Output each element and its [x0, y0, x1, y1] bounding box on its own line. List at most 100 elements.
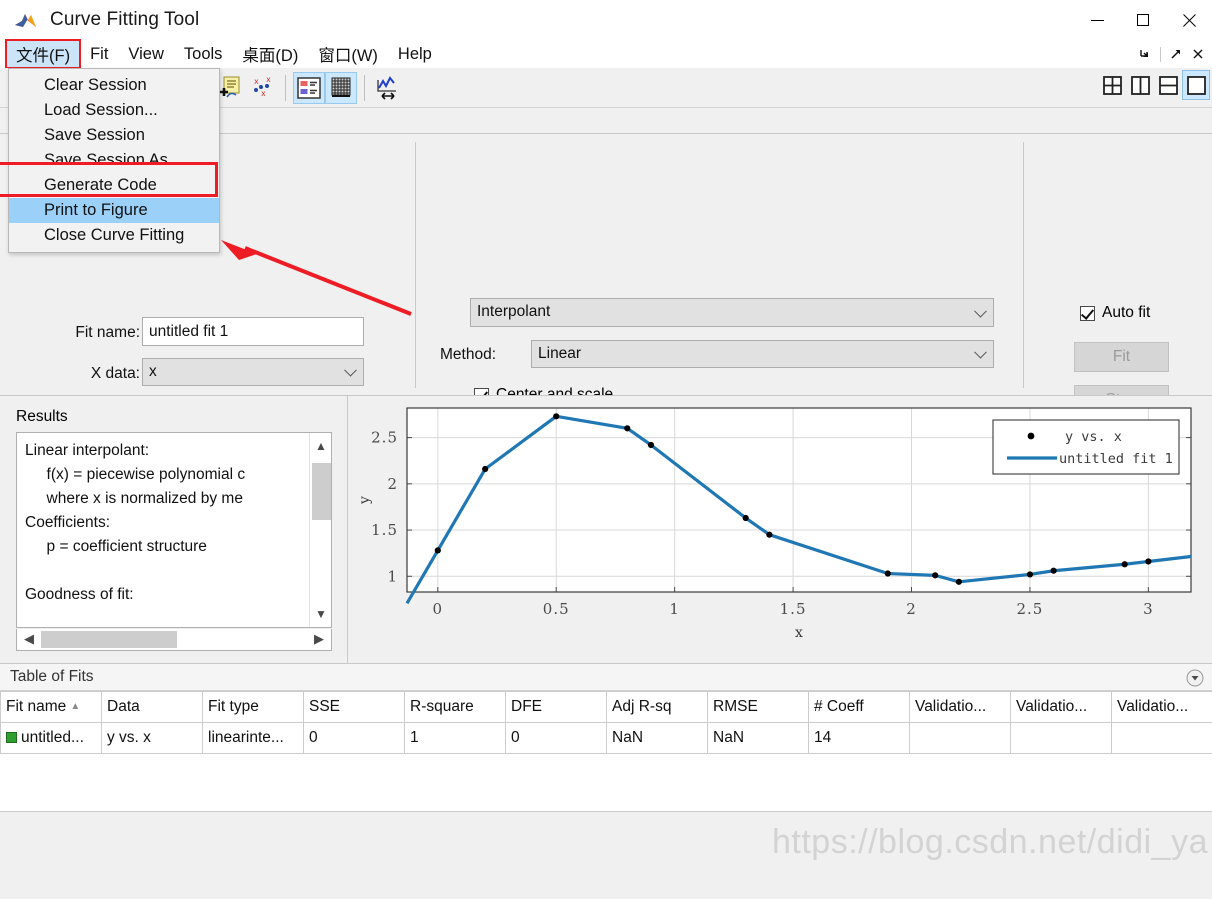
scroll-down-icon[interactable]: ▼: [310, 603, 331, 625]
menu-item-clear-session[interactable]: Clear Session: [9, 73, 219, 98]
column-header-adj-r-sq[interactable]: Adj R-sq: [606, 691, 708, 723]
column-header-validation-2[interactable]: Validatio...: [1010, 691, 1112, 723]
column-header-num-coeff[interactable]: # Coeff: [808, 691, 910, 723]
x-data-select[interactable]: x: [142, 358, 364, 386]
close-panel-icon[interactable]: [1188, 43, 1208, 65]
fit-type-value: Interpolant: [477, 303, 551, 320]
svg-text:2: 2: [906, 600, 917, 618]
auto-fit-checkbox-row[interactable]: Auto fit: [1080, 304, 1150, 322]
undock-icon[interactable]: [1166, 43, 1186, 65]
results-textarea[interactable]: Linear interpolant: f(x) = piecewise pol…: [16, 432, 332, 628]
fit-plot[interactable]: 0 0.5 1 1.5 2 2.5 3 1 1.5 2 2.5 x y y vs. x untitled f…: [349, 396, 1212, 664]
close-button[interactable]: [1166, 0, 1212, 40]
menu-item-save-session-as[interactable]: Save Session As...: [9, 148, 219, 173]
fit-name-input[interactable]: untitled fit 1: [142, 317, 364, 346]
table-of-fits[interactable]: Fit name ▲ Data Fit type SSE R-square DFE…: [0, 691, 1212, 754]
scroll-left-icon[interactable]: ◀: [18, 629, 40, 649]
chevron-down-icon: [974, 345, 987, 359]
table-header-row: Fit name ▲ Data Fit type SSE R-square DFE…: [0, 691, 1212, 723]
svg-text:0: 0: [433, 600, 444, 618]
cell-validation-3: [1111, 722, 1212, 754]
svg-text:untitled fit 1: untitled fit 1: [1059, 451, 1173, 467]
menu-help[interactable]: Help: [388, 43, 442, 66]
menu-fit[interactable]: Fit: [80, 43, 118, 66]
menubar-right-icons: [1135, 40, 1208, 68]
cell-fit-type: linearinte...: [202, 722, 304, 754]
svg-text:2.5: 2.5: [371, 429, 398, 447]
svg-text:1.5: 1.5: [371, 521, 398, 539]
auto-fit-checkbox[interactable]: [1080, 305, 1095, 321]
svg-text:2.5: 2.5: [1017, 600, 1044, 618]
svg-text:1.5: 1.5: [780, 600, 807, 618]
x-data-label: X data:: [90, 365, 140, 382]
cell-dfe: 0: [505, 722, 607, 754]
dock-down-icon[interactable]: [1135, 43, 1155, 65]
col-label-fit-name: Fit name: [6, 698, 67, 715]
layout-vertical-split-icon[interactable]: [1126, 70, 1154, 100]
scroll-right-icon[interactable]: ▶: [308, 629, 330, 649]
table-of-fits-icon[interactable]: [325, 71, 357, 104]
plot-canvas[interactable]: 0 0.5 1 1.5 2 2.5 3 1 1.5 2 2.5 x y y vs. x untitled f…: [349, 396, 1212, 664]
cell-fit-name: untitled...: [0, 722, 102, 754]
results-and-plot-row: Results Linear interpolant: f(x) = piece…: [0, 395, 1212, 664]
plot-tools-icon[interactable]: [372, 72, 404, 104]
layout-horizontal-split-icon[interactable]: [1154, 70, 1182, 100]
svg-text:x: x: [795, 625, 803, 641]
svg-text:y: y: [357, 496, 373, 505]
layout-quad-icon[interactable]: [1098, 70, 1126, 100]
column-header-fit-type[interactable]: Fit type: [202, 691, 304, 723]
menu-window[interactable]: 窗口(W): [308, 40, 388, 68]
file-menu-dropdown[interactable]: Clear Session Load Session... Save Sessi…: [8, 68, 220, 253]
menu-desktop[interactable]: 桌面(D): [232, 40, 308, 68]
maximize-button[interactable]: [1120, 0, 1166, 40]
minimize-button[interactable]: [1074, 0, 1120, 40]
x-data-value: x: [149, 363, 157, 380]
menu-item-print-to-figure[interactable]: Print to Figure: [9, 198, 219, 223]
collapse-panel-icon[interactable]: [1186, 669, 1204, 687]
column-header-rmse[interactable]: RMSE: [707, 691, 809, 723]
svg-text:x: x: [261, 90, 266, 99]
results-vertical-scrollbar[interactable]: ▲ ▼: [309, 433, 331, 627]
layout-single-icon[interactable]: [1182, 70, 1210, 100]
svg-text:2: 2: [387, 475, 398, 493]
column-header-data[interactable]: Data: [101, 691, 203, 723]
menu-item-save-session[interactable]: Save Session: [9, 123, 219, 148]
vertical-scroll-thumb[interactable]: [312, 463, 331, 520]
window-controls: [1074, 0, 1212, 40]
cell-r-square: 1: [404, 722, 506, 754]
results-title: Results: [16, 408, 68, 425]
menu-file[interactable]: 文件(F): [4, 39, 82, 69]
table-of-fits-header: Table of Fits: [0, 663, 1212, 691]
column-header-validation-1[interactable]: Validatio...: [909, 691, 1011, 723]
svg-text:0.5: 0.5: [543, 600, 570, 618]
horizontal-scroll-thumb[interactable]: [41, 631, 177, 648]
column-header-dfe[interactable]: DFE: [505, 691, 607, 723]
layout-buttons: [1098, 70, 1210, 100]
menu-item-close-curve-fitting[interactable]: Close Curve Fitting: [9, 223, 219, 248]
fit-type-select[interactable]: Interpolant: [470, 298, 994, 327]
column-header-fit-name[interactable]: Fit name ▲: [0, 691, 102, 723]
title-bar: Curve Fitting Tool: [0, 0, 1212, 40]
duplicate-fit-icon[interactable]: x x x: [246, 72, 278, 104]
menu-view[interactable]: View: [118, 43, 173, 66]
column-header-sse[interactable]: SSE: [303, 691, 405, 723]
menu-item-generate-code[interactable]: Generate Code: [9, 173, 219, 198]
menu-tools[interactable]: Tools: [174, 43, 233, 66]
cell-validation-2: [1010, 722, 1112, 754]
cell-rmse: NaN: [707, 722, 809, 754]
method-label: Method:: [440, 346, 497, 363]
bottom-blank-area: https://blog.csdn.net/didi_ya: [0, 812, 1212, 868]
results-panel: Results Linear interpolant: f(x) = piece…: [0, 396, 348, 664]
results-text: Linear interpolant: f(x) = piecewise pol…: [25, 442, 246, 603]
table-row[interactable]: untitled... y vs. x linearinte... 0 1 0 …: [0, 722, 1212, 754]
fit-options-panel-icon[interactable]: [293, 71, 325, 104]
fit-button[interactable]: Fit: [1074, 342, 1169, 372]
annotation-arrow: [221, 240, 412, 316]
results-horizontal-scrollbar[interactable]: ◀ ▶: [16, 629, 332, 651]
menu-item-load-session[interactable]: Load Session...: [9, 98, 219, 123]
column-header-r-square[interactable]: R-square: [404, 691, 506, 723]
cell-num-coeff: 14: [808, 722, 910, 754]
method-select[interactable]: Linear: [531, 340, 994, 368]
scroll-up-icon[interactable]: ▲: [310, 435, 331, 457]
column-header-validation-3[interactable]: Validatio...: [1111, 691, 1212, 723]
